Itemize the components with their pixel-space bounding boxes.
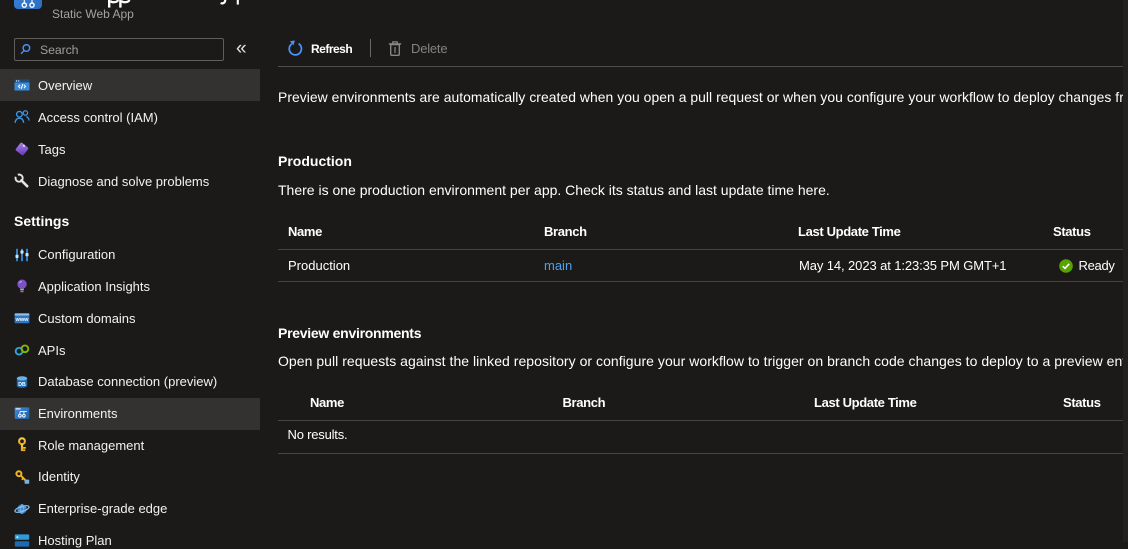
svg-text:WWW: WWW	[15, 317, 29, 322]
svg-text:DB: DB	[18, 382, 26, 388]
